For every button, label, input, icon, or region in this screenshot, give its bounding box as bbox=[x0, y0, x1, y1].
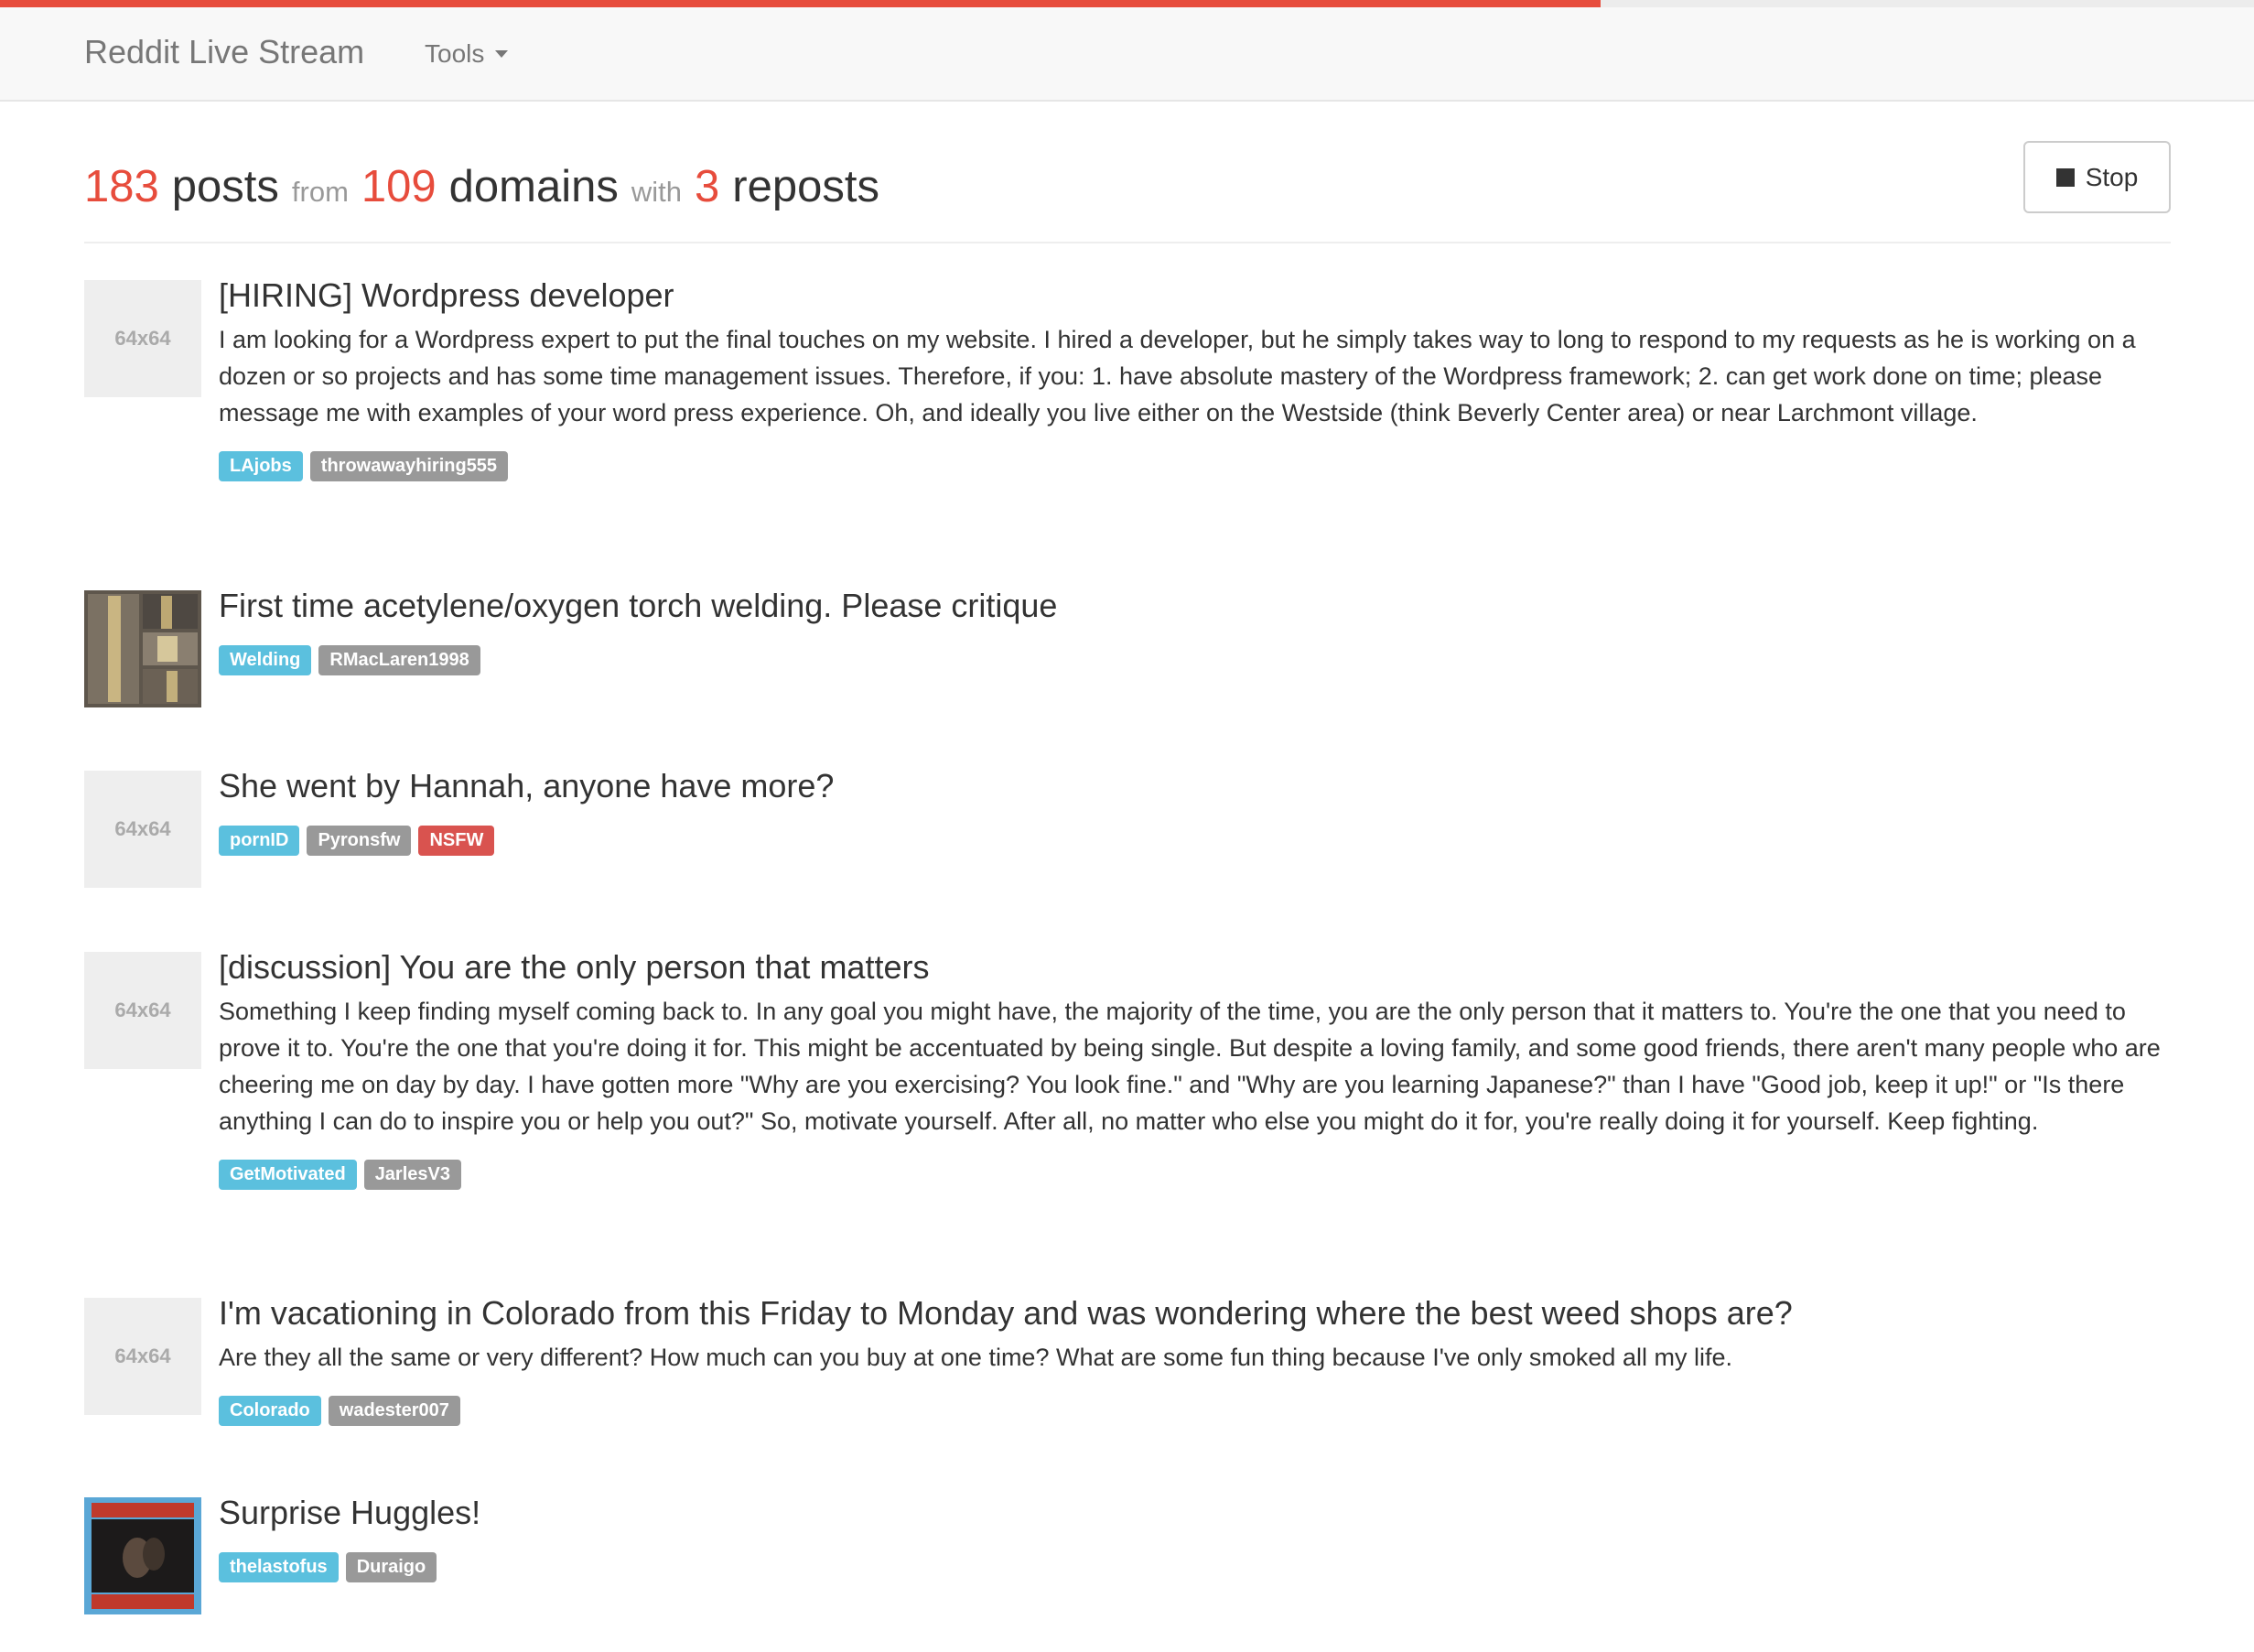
post-title[interactable]: I'm vacationing in Colorado from this Fr… bbox=[219, 1294, 2171, 1333]
domains-count: 109 bbox=[361, 162, 437, 211]
subreddit-tag[interactable]: Colorado bbox=[219, 1396, 321, 1426]
post-title[interactable]: [HIRING] Wordpress developer bbox=[219, 276, 2171, 315]
post-text: I am looking for a Wordpress expert to p… bbox=[219, 326, 2136, 426]
stop-icon bbox=[2055, 167, 2075, 187]
user-tag[interactable]: Duraigo bbox=[345, 1552, 437, 1582]
divider bbox=[84, 242, 2171, 243]
welding-photo-icon bbox=[84, 590, 201, 707]
post-text: Something I keep finding myself coming b… bbox=[219, 998, 2161, 1135]
stop-button[interactable]: Stop bbox=[2023, 141, 2171, 213]
user-tag[interactable]: throwawayhiring555 bbox=[309, 451, 509, 481]
reposts-count: 3 bbox=[695, 162, 720, 211]
subreddit-tag[interactable]: pornID bbox=[219, 826, 300, 856]
subreddit-tag[interactable]: thelastofus bbox=[219, 1552, 339, 1582]
post-title[interactable]: First time acetylene/oxygen torch weldin… bbox=[219, 587, 2171, 625]
progress-bar bbox=[0, 0, 2254, 7]
user-tag[interactable]: JarlesV3 bbox=[363, 1160, 461, 1190]
posts-count: 183 bbox=[84, 162, 159, 211]
post-title[interactable]: [discussion] You are the only person tha… bbox=[219, 948, 2171, 987]
post-title[interactable]: Surprise Huggles! bbox=[219, 1494, 2171, 1532]
stop-label: Stop bbox=[2085, 162, 2139, 191]
tools-label: Tools bbox=[425, 39, 485, 68]
user-tag[interactable]: wadester007 bbox=[328, 1396, 460, 1426]
nsfw-tag: NSFW bbox=[418, 826, 495, 856]
caret-down-icon bbox=[495, 50, 509, 58]
user-tag[interactable]: Pyronsfw bbox=[307, 826, 412, 856]
post-title[interactable]: She went by Hannah, anyone have more? bbox=[219, 767, 2171, 805]
video-still-icon bbox=[84, 1497, 201, 1614]
thumbnail-image[interactable] bbox=[84, 590, 201, 707]
progress-fill bbox=[0, 0, 1601, 7]
from-label: from bbox=[291, 176, 349, 208]
subreddit-tag[interactable]: GetMotivated bbox=[219, 1160, 357, 1190]
tools-dropdown[interactable]: Tools bbox=[425, 39, 509, 69]
stream-summary: 183 posts from 109 domains with 3 repost… bbox=[84, 161, 879, 212]
thumbnail-placeholder[interactable]: 64x64 bbox=[84, 280, 201, 397]
with-label: with bbox=[631, 176, 683, 208]
thumbnail-placeholder[interactable]: 64x64 bbox=[84, 952, 201, 1069]
thumbnail-placeholder[interactable]: 64x64 bbox=[84, 1298, 201, 1415]
posts-label: posts bbox=[171, 162, 279, 211]
thumbnail-placeholder[interactable]: 64x64 bbox=[84, 771, 201, 888]
post-text: Are they all the same or very different?… bbox=[219, 1344, 1732, 1371]
thumbnail-image[interactable] bbox=[84, 1497, 201, 1614]
navbar: Reddit Live Stream Tools bbox=[0, 0, 2254, 102]
reposts-label: reposts bbox=[732, 162, 879, 211]
subreddit-tag[interactable]: LAjobs bbox=[219, 451, 303, 481]
subreddit-tag[interactable]: Welding bbox=[219, 645, 312, 675]
domains-label: domains bbox=[448, 162, 619, 211]
brand-link[interactable]: Reddit Live Stream bbox=[84, 33, 364, 71]
user-tag[interactable]: RMacLaren1998 bbox=[318, 645, 480, 675]
